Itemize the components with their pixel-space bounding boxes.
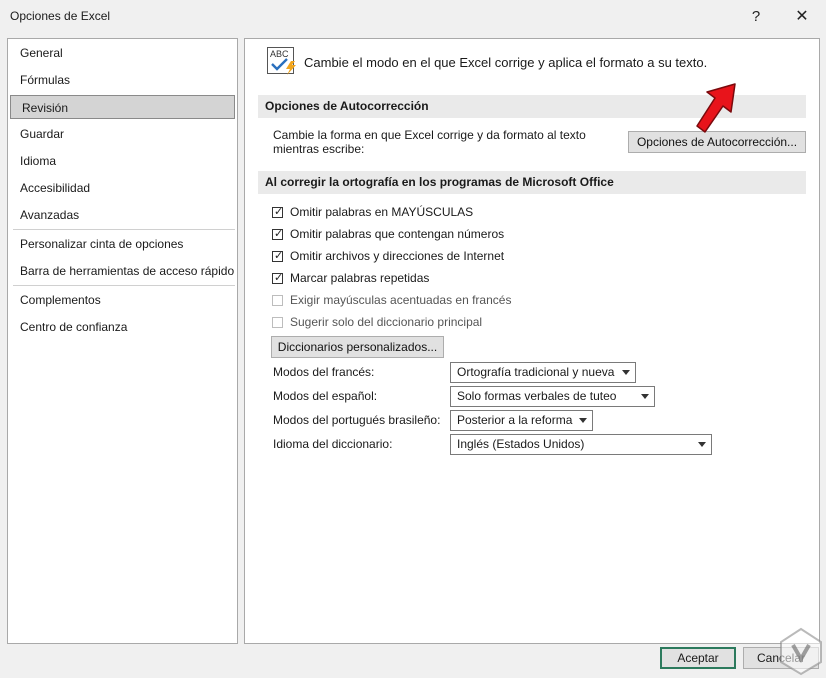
- sidebar-divider: [13, 285, 235, 286]
- sidebar-item-formulas[interactable]: Fórmulas: [9, 68, 236, 92]
- close-button[interactable]: ✕: [782, 4, 822, 28]
- close-icon: ✕: [795, 8, 809, 25]
- checkmark-icon: ✓: [274, 249, 284, 262]
- watermark-logo-icon: [780, 627, 822, 676]
- sidebar-item-centro-confianza[interactable]: Centro de confianza: [9, 315, 236, 339]
- sidebar-divider: [13, 229, 235, 230]
- label-spanish-modes: Modos del español:: [273, 389, 378, 403]
- checkbox[interactable]: ✓: [272, 205, 284, 218]
- select-dictionary-language[interactable]: Inglés (Estados Unidos): [450, 434, 712, 455]
- chevron-down-icon: [622, 370, 630, 375]
- sidebar-item-revision[interactable]: Revisión: [10, 95, 235, 119]
- help-icon: ?: [751, 7, 761, 25]
- label-french-modes: Modos del francés:: [273, 365, 375, 379]
- checkbox[interactable]: ✓: [272, 271, 284, 284]
- checkbox-row-ignore-numbers[interactable]: ✓ Omitir palabras que contengan números: [272, 225, 504, 243]
- select-french-modes[interactable]: Ortografía tradicional y nueva: [450, 362, 636, 383]
- checkbox-row-ignore-uppercase[interactable]: ✓ Omitir palabras en MAYÚSCULAS: [272, 203, 473, 221]
- sidebar-item-barra-acceso-rapido[interactable]: Barra de herramientas de acceso rápido: [9, 259, 236, 283]
- sidebar-item-personalizar-cinta[interactable]: Personalizar cinta de opciones: [9, 232, 236, 256]
- checkbox-row-french-accents: Exigir mayúsculas acentuadas en francés: [272, 291, 511, 309]
- title-bar: Opciones de Excel ? ✕: [0, 0, 826, 32]
- abc-icon-text: ABC: [270, 49, 289, 59]
- label-portuguese-modes: Modos del portugués brasileño:: [273, 413, 441, 427]
- section-spelling: Al corregir la ortografía en los program…: [258, 171, 806, 194]
- autocorrect-description: Cambie la forma en que Excel corrige y d…: [273, 128, 586, 156]
- sidebar-item-accesibilidad[interactable]: Accesibilidad: [9, 176, 236, 200]
- checkmark-icon: ✓: [274, 205, 284, 218]
- checkbox: [272, 316, 283, 328]
- checkbox[interactable]: ✓: [272, 249, 284, 262]
- sidebar-item-general[interactable]: General: [9, 41, 236, 65]
- sidebar: General Fórmulas Revisión Guardar Idioma…: [7, 38, 238, 644]
- checkmark-icon: ✓: [274, 271, 284, 284]
- sidebar-item-guardar[interactable]: Guardar: [9, 122, 236, 146]
- chevron-down-icon: [698, 442, 706, 447]
- sidebar-item-idioma[interactable]: Idioma: [9, 149, 236, 173]
- checkbox: [272, 294, 283, 306]
- chevron-down-icon: [579, 418, 587, 423]
- page-header: Cambie el modo en el que Excel corrige y…: [304, 55, 708, 70]
- sidebar-item-avanzadas[interactable]: Avanzadas: [9, 203, 236, 227]
- window-title: Opciones de Excel: [10, 9, 111, 23]
- custom-dictionaries-button[interactable]: Diccionarios personalizados...: [271, 336, 444, 358]
- red-arrow-icon: [696, 83, 736, 133]
- checkbox[interactable]: ✓: [272, 227, 284, 240]
- checkbox-row-ignore-internet[interactable]: ✓ Omitir archivos y direcciones de Inter…: [272, 247, 504, 265]
- help-button[interactable]: ?: [736, 4, 776, 28]
- accept-button[interactable]: Aceptar: [660, 647, 736, 669]
- chevron-down-icon: [641, 394, 649, 399]
- autocorrect-options-button[interactable]: Opciones de Autocorrección...: [628, 131, 806, 153]
- checkbox-row-repeated-words[interactable]: ✓ Marcar palabras repetidas: [272, 269, 429, 287]
- checkbox-row-main-dictionary: Sugerir solo del diccionario principal: [272, 313, 482, 331]
- sidebar-item-complementos[interactable]: Complementos: [9, 288, 236, 312]
- select-portuguese-modes[interactable]: Posterior a la reforma: [450, 410, 593, 431]
- label-dictionary-language: Idioma del diccionario:: [273, 437, 393, 451]
- checkmark-icon: ✓: [274, 227, 284, 240]
- abc-spellcheck-icon: ABC: [267, 47, 296, 75]
- select-spanish-modes[interactable]: Solo formas verbales de tuteo: [450, 386, 655, 407]
